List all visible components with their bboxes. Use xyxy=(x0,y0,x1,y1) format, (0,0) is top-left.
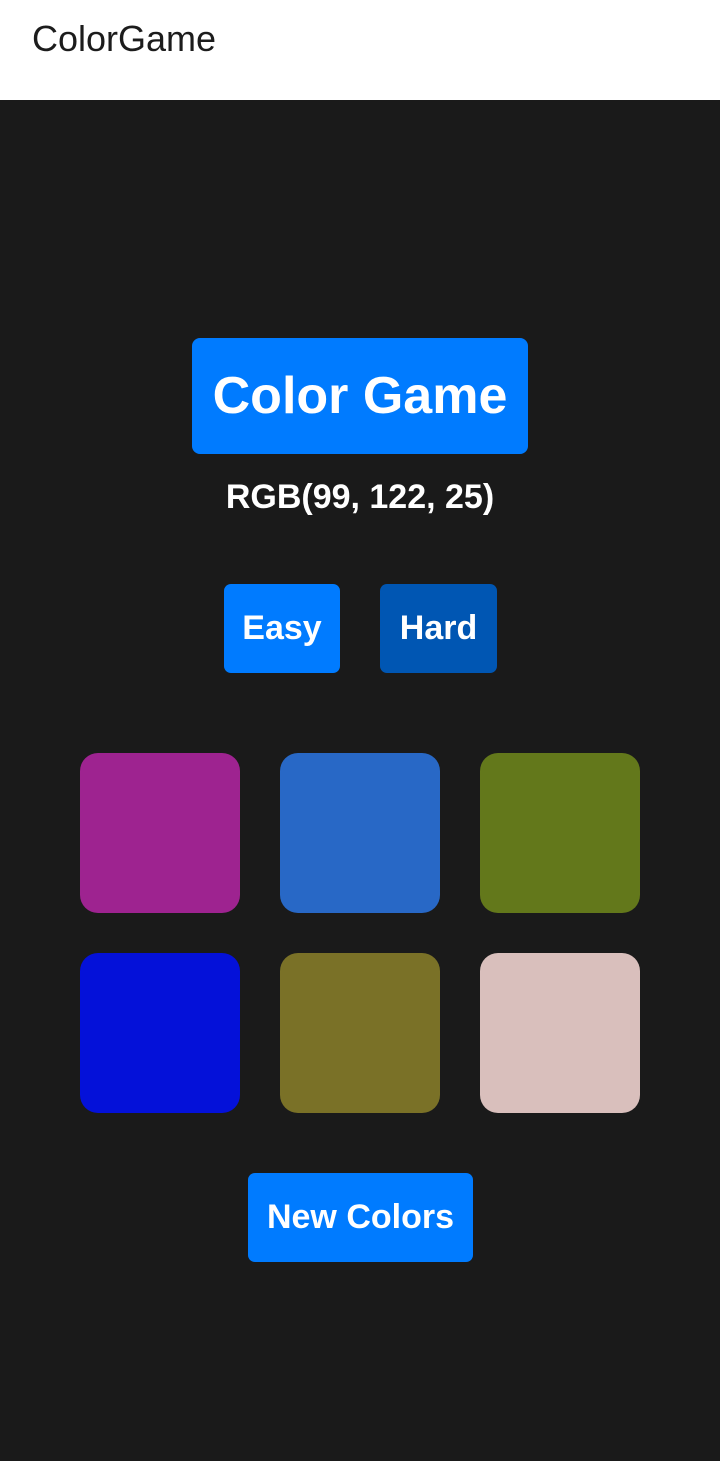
color-square-5[interactable] xyxy=(280,953,440,1113)
easy-mode-button[interactable]: Easy xyxy=(224,584,340,673)
color-square-3[interactable] xyxy=(480,753,640,913)
color-square-4[interactable] xyxy=(80,953,240,1113)
app-bar: ColorGame xyxy=(0,0,720,100)
target-rgb-text: RGB(99, 122, 25) xyxy=(225,478,495,516)
color-square-2[interactable] xyxy=(280,753,440,913)
color-square-6[interactable] xyxy=(480,953,640,1113)
game-title: Color Game xyxy=(192,338,528,454)
new-colors-button[interactable]: New Colors xyxy=(248,1173,473,1262)
color-square-1[interactable] xyxy=(80,753,240,913)
app-bar-title: ColorGame xyxy=(32,18,217,59)
game-screen: Color Game RGB(99, 122, 25) Easy Hard Ne… xyxy=(0,100,720,1461)
hard-mode-button[interactable]: Hard xyxy=(380,584,497,673)
